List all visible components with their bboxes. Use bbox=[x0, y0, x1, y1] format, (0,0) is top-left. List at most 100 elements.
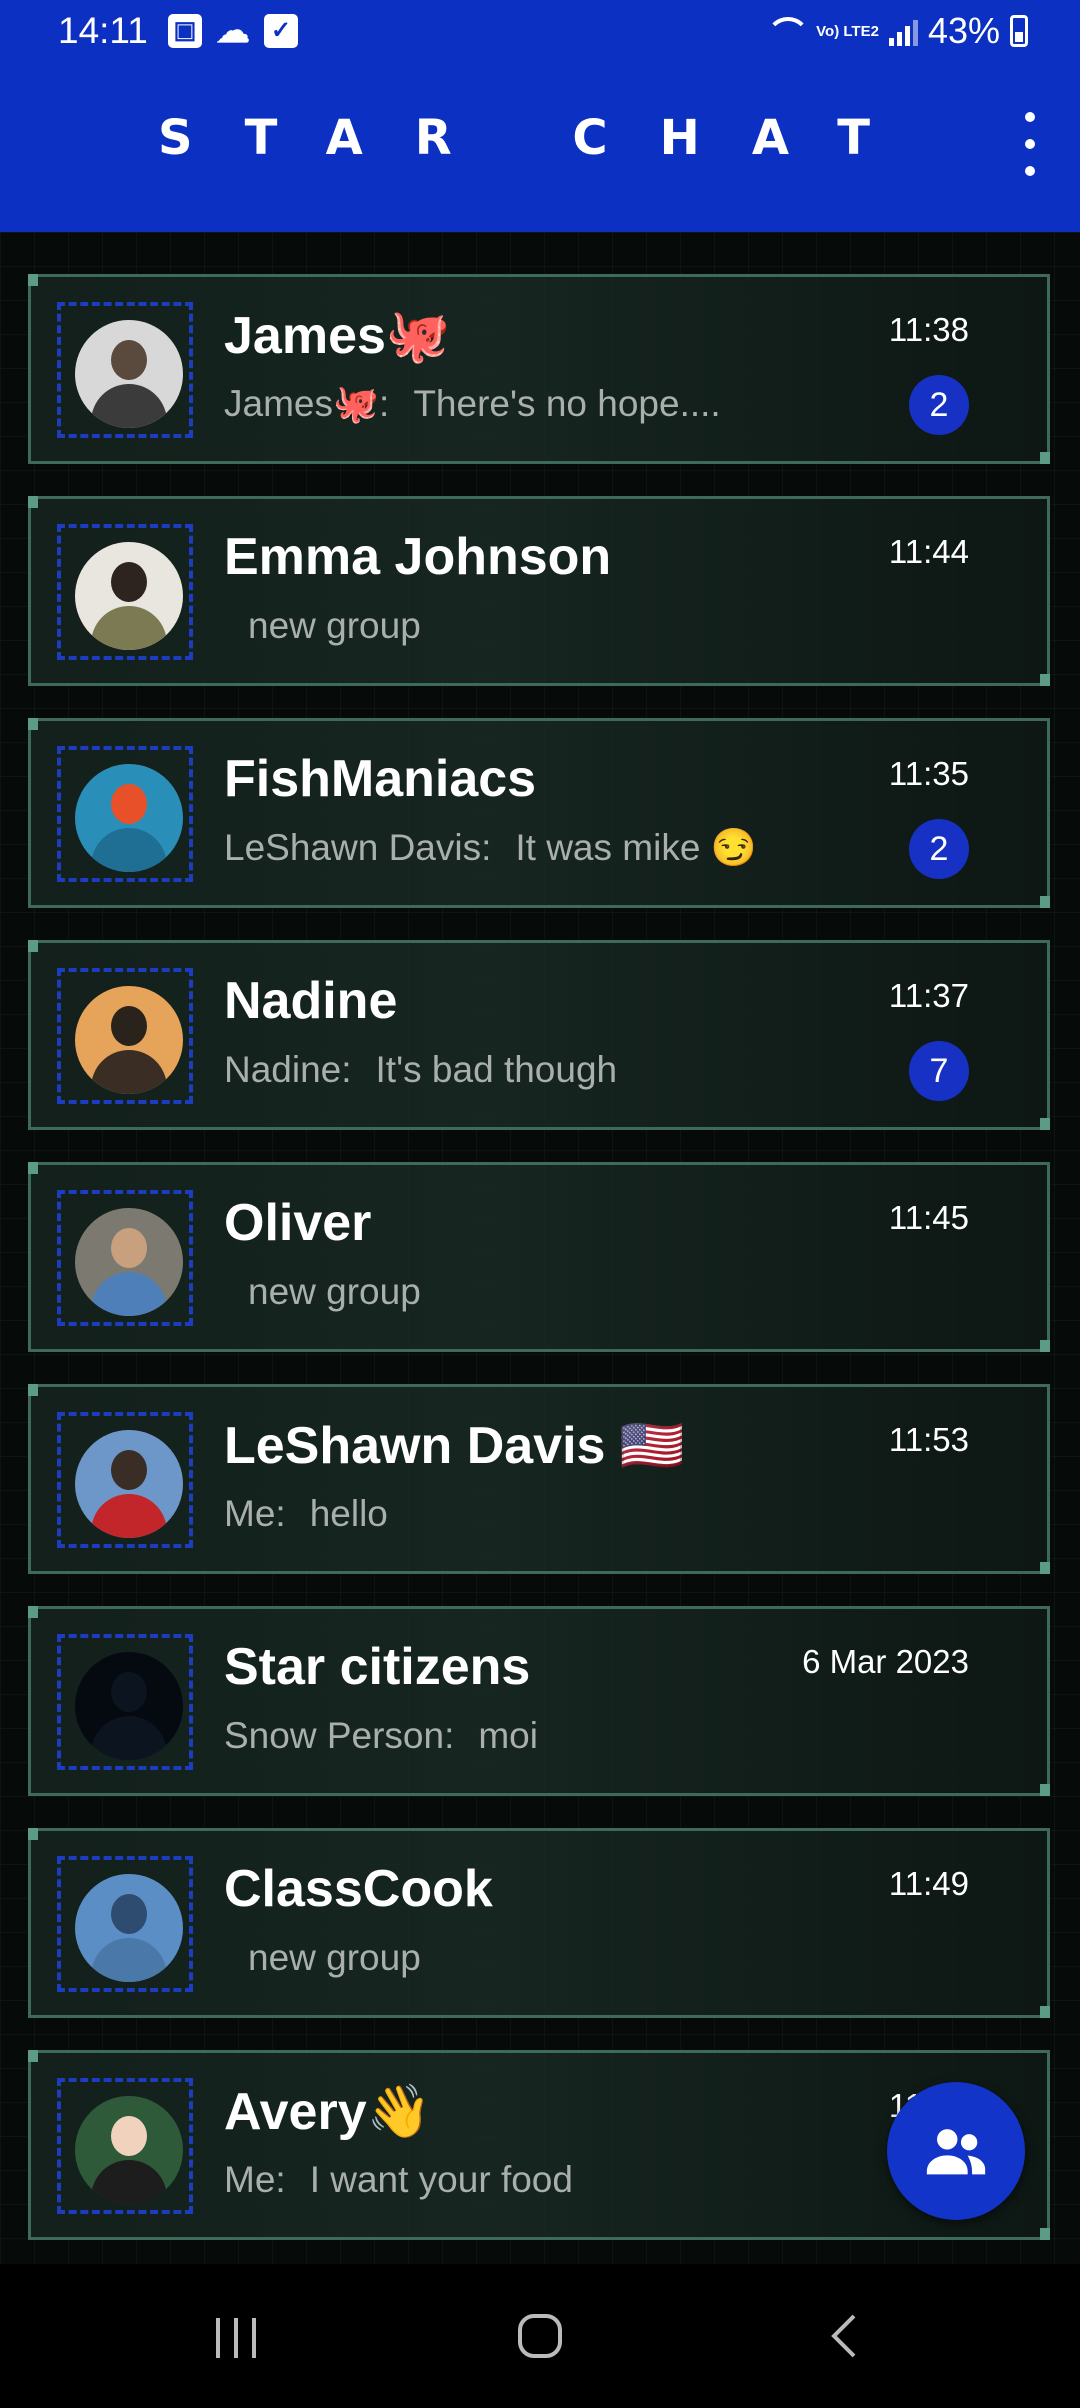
avatar-body bbox=[91, 1272, 167, 1316]
avatar-frame bbox=[57, 2078, 193, 2214]
chat-name: Oliver bbox=[224, 1194, 372, 1252]
status-bar: 14:11 ▣ ☁ ✓ Vo) LTE2 43% bbox=[0, 0, 1080, 68]
chat-preview: Me: hello bbox=[224, 1493, 388, 1535]
message-text: new group bbox=[248, 605, 421, 646]
avatar-frame bbox=[57, 302, 193, 438]
chat-name: Nadine bbox=[224, 972, 398, 1030]
message-sender: Me: bbox=[224, 2159, 286, 2200]
avatar-head bbox=[111, 1894, 147, 1934]
message-sender: LeShawn Davis: bbox=[224, 827, 492, 868]
recent-apps-icon bbox=[216, 2318, 256, 2358]
avatar[interactable] bbox=[75, 764, 183, 872]
chat-name: Emma Johnson bbox=[224, 528, 612, 586]
avatar-frame bbox=[57, 968, 193, 1104]
chat-list[interactable]: James🐙 James🐙: There's no hope.... 11:38 … bbox=[0, 232, 1080, 2264]
wifi-icon bbox=[764, 15, 811, 47]
chat-list-item[interactable]: FishManiacs LeShawn Davis: It was mike 😏 … bbox=[28, 718, 1050, 908]
avatar-head bbox=[111, 1672, 147, 1712]
unread-badge: 2 bbox=[909, 819, 969, 879]
chat-list-item[interactable]: Emma Johnson new group 11:44 bbox=[28, 496, 1050, 686]
avatar-head bbox=[111, 1228, 147, 1268]
chat-time: 11:37 bbox=[888, 977, 969, 1014]
battery-icon bbox=[1010, 15, 1028, 47]
avatar-frame bbox=[57, 1412, 193, 1548]
chat-list-item[interactable]: ClassCook new group 11:49 bbox=[28, 1828, 1050, 2018]
avatar-body bbox=[91, 384, 167, 428]
chat-list-item[interactable]: James🐙 James🐙: There's no hope.... 11:38 … bbox=[28, 274, 1050, 464]
avatar[interactable] bbox=[75, 986, 183, 1094]
message-text: There's no hope.... bbox=[413, 383, 721, 424]
chat-name: James🐙 bbox=[224, 307, 451, 365]
avatar[interactable] bbox=[75, 320, 183, 428]
chat-name: FishManiacs bbox=[224, 750, 537, 808]
avatar-frame bbox=[57, 524, 193, 660]
chat-list-item[interactable]: Oliver new group 11:45 bbox=[28, 1162, 1050, 1352]
avatar-body bbox=[91, 606, 167, 650]
message-text: It's bad though bbox=[375, 1049, 618, 1090]
home-icon bbox=[518, 2314, 562, 2358]
chat-preview: Me: I want your food bbox=[224, 2159, 573, 2201]
new-group-button[interactable] bbox=[887, 2082, 1025, 2220]
chat-preview: new group bbox=[224, 605, 421, 647]
chat-preview: LeShawn Davis: It was mike 😏 bbox=[224, 827, 757, 870]
unread-badge: 2 bbox=[909, 375, 969, 435]
check-icon: ✓ bbox=[264, 14, 298, 48]
avatar-body bbox=[91, 1716, 167, 1760]
battery-percent: 43% bbox=[927, 10, 1000, 51]
system-navbar bbox=[0, 2264, 1080, 2408]
avatar-body bbox=[91, 1938, 167, 1982]
chat-time: 11:35 bbox=[888, 755, 969, 792]
avatar[interactable] bbox=[75, 1208, 183, 1316]
chat-time: 11:53 bbox=[888, 1421, 969, 1458]
gallery-icon: ▣ bbox=[168, 14, 202, 48]
chat-time: 11:44 bbox=[888, 533, 969, 570]
avatar-body bbox=[91, 1494, 167, 1538]
message-sender: James🐙: bbox=[224, 383, 390, 424]
unread-badge: 7 bbox=[909, 1041, 969, 1101]
avatar-body bbox=[91, 1050, 167, 1094]
network-type: Vo) LTE2 bbox=[816, 22, 879, 40]
avatar-frame bbox=[57, 1856, 193, 1992]
avatar[interactable] bbox=[75, 1874, 183, 1982]
avatar-frame bbox=[57, 1634, 193, 1770]
avatar-frame bbox=[57, 1190, 193, 1326]
chat-name: ClassCook bbox=[224, 1860, 493, 1918]
avatar-head bbox=[111, 562, 147, 602]
message-text: moi bbox=[478, 1715, 538, 1756]
chat-preview: new group bbox=[224, 1937, 421, 1979]
avatar-head bbox=[111, 784, 147, 824]
home-button[interactable] bbox=[500, 2304, 580, 2368]
dot bbox=[1025, 139, 1035, 149]
back-button[interactable] bbox=[804, 2304, 884, 2368]
chat-name: Star citizens bbox=[224, 1638, 531, 1696]
signal-icon bbox=[888, 16, 918, 46]
message-text: hello bbox=[309, 1493, 388, 1534]
avatar[interactable] bbox=[75, 1430, 183, 1538]
dot bbox=[1025, 112, 1035, 122]
chat-preview: new group bbox=[224, 1271, 421, 1313]
message-sender: Snow Person: bbox=[224, 1715, 455, 1756]
message-text: new group bbox=[248, 1271, 421, 1312]
recent-apps-button[interactable] bbox=[196, 2304, 276, 2368]
avatar-frame bbox=[57, 746, 193, 882]
avatar-head bbox=[111, 340, 147, 380]
back-icon bbox=[831, 2314, 856, 2358]
chat-list-item[interactable]: Nadine Nadine: It's bad though 11:37 7 bbox=[28, 940, 1050, 1130]
dot bbox=[1025, 166, 1035, 176]
message-text: I want your food bbox=[309, 2159, 573, 2200]
more-options-button[interactable] bbox=[1010, 112, 1050, 176]
avatar[interactable] bbox=[75, 1652, 183, 1760]
chat-list-item[interactable]: LeShawn Davis 🇺🇸 Me: hello 11:53 bbox=[28, 1384, 1050, 1574]
status-time: 14:11 bbox=[58, 10, 148, 51]
chat-name: LeShawn Davis 🇺🇸 bbox=[224, 1417, 685, 1475]
chat-preview: James🐙: There's no hope.... bbox=[224, 383, 721, 426]
chat-preview: Nadine: It's bad though bbox=[224, 1049, 617, 1091]
cloud-icon: ☁ bbox=[216, 12, 250, 50]
chat-list-item[interactable]: Star citizens Snow Person: moi 6 Mar 2023 bbox=[28, 1606, 1050, 1796]
avatar-head bbox=[111, 1450, 147, 1490]
avatar[interactable] bbox=[75, 542, 183, 650]
avatar[interactable] bbox=[75, 2096, 183, 2204]
avatar-body bbox=[91, 2160, 167, 2204]
chat-time: 11:45 bbox=[888, 1199, 969, 1236]
chat-time: 11:38 bbox=[888, 311, 969, 348]
